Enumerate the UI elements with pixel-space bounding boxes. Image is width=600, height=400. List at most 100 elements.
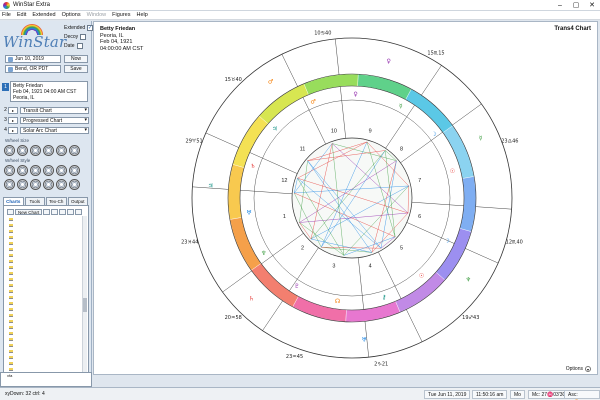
wheel-size-6-icon[interactable] (69, 145, 80, 156)
new-chart-button[interactable]: New Chart (15, 208, 43, 215)
empty-checkbox-icon (80, 34, 87, 40)
sidebar-tabs: Charts Tools Tex-Ch Output (3, 197, 89, 205)
tree-tool-icon[interactable] (59, 208, 67, 215)
menu-help[interactable]: Help (136, 12, 147, 18)
planet-glyph-icon: ♇ (294, 283, 299, 290)
place-field[interactable]: Bend, OR PDT (5, 65, 61, 73)
house-number: 11 (300, 147, 306, 153)
wheel-style-1-icon[interactable] (4, 165, 15, 176)
wheel-style-7-icon[interactable] (4, 179, 15, 190)
planet-glyph-icon: ☿ (399, 103, 403, 110)
decoy-checkbox[interactable]: Decoy (64, 34, 87, 40)
outer-cusp-line (205, 132, 239, 148)
wheel-size-3-icon[interactable] (30, 145, 41, 156)
chart-type-dropdown[interactable]: Progressed Chart (20, 116, 89, 124)
menu-window: Window (86, 12, 107, 18)
planet-glyph-icon: ♅ (246, 209, 251, 216)
astrology-wheel[interactable]: 123 456789101112 10♋4015♉4029♈5123♓4420♒5… (94, 22, 597, 374)
menu-file[interactable]: File (2, 12, 11, 18)
chart-canvas[interactable]: Betty Friedan Peoria, IL Feb 04, 1921 04… (93, 21, 598, 375)
date-checkbox[interactable]: Date (64, 43, 83, 49)
list-item[interactable]: xfa (1, 373, 91, 378)
chart-selector-icon[interactable]: ▸ (8, 126, 18, 134)
menu-options[interactable]: Options (62, 12, 81, 18)
wheel-style-11-icon[interactable] (56, 179, 67, 190)
outer-cusp-line (335, 38, 340, 75)
now-button[interactable]: Now (64, 55, 88, 63)
extended-checkbox[interactable]: Extended ✓ (64, 25, 94, 31)
app-logo-icon (3, 1, 10, 9)
folder-tree-items[interactable] (9, 218, 13, 384)
place-field-value: Bend, OR PDT (15, 65, 49, 72)
tree-tool-icon[interactable] (67, 208, 75, 215)
date-field-value: Jun 10, 2019 (15, 55, 44, 62)
close-button[interactable]: ✕ (584, 0, 600, 11)
wheel-size-4-icon[interactable] (43, 145, 54, 156)
tree-tool-icon[interactable] (51, 208, 59, 215)
planet-glyph-icon: ☊ (335, 298, 340, 305)
save-button[interactable]: Save (64, 65, 88, 73)
house-number: 1 (283, 214, 286, 220)
date-field[interactable]: Jun 10, 2019 (5, 55, 61, 63)
tab-charts[interactable]: Charts (3, 197, 24, 205)
menu-extended[interactable]: Extended (32, 12, 55, 18)
extended-label: Extended (64, 25, 86, 31)
wheel-style-4-icon[interactable] (43, 165, 54, 176)
chart-row-progressed[interactable]: 3 ▸ Progressed Chart (3, 116, 89, 124)
tree-scrollbar[interactable] (82, 216, 87, 386)
outer-cusp-line (475, 206, 512, 210)
status-time: 11:50:16 am (472, 390, 508, 399)
house-number: 9 (369, 128, 372, 134)
wheel-style-5-icon[interactable] (56, 165, 67, 176)
planet-glyph-icon: ♂ (268, 79, 273, 86)
house-number: 6 (418, 214, 421, 220)
planet-glyph-icon: ♀ (353, 91, 357, 98)
cusp-label: 23♒45 (286, 354, 303, 360)
menu-bar: File Edit Extended Options Window Figure… (0, 11, 600, 20)
wheel-style-10-icon[interactable] (43, 179, 54, 190)
outer-cusp-line (281, 54, 298, 87)
options-label: Options (565, 366, 583, 372)
wheel-style-3-icon[interactable] (30, 165, 41, 176)
tab-tex-ch[interactable]: Tex-Ch (46, 197, 67, 205)
chart-selector-icon[interactable]: ▸ (8, 116, 18, 124)
planet-glyph-icon: ♃ (272, 125, 277, 132)
wheel-style-12-icon[interactable] (69, 179, 80, 190)
scrollbar-thumb[interactable] (83, 298, 87, 312)
maximize-button[interactable]: ▢ (568, 0, 584, 11)
chart-row-solar-arc[interactable]: 4 ▸ Solar Arc Chart (3, 126, 89, 134)
planet-glyph-icon: ♄ (250, 163, 255, 170)
wheel-size-1-icon[interactable] (4, 145, 15, 156)
wheel-style-8-icon[interactable] (17, 179, 28, 190)
tab-tools[interactable]: Tools (24, 197, 45, 205)
wheel-style-9-icon[interactable] (30, 179, 41, 190)
wheel-style-6-icon[interactable] (69, 165, 80, 176)
wheel-style-label: W/heel Style (5, 158, 31, 163)
wheel-style-2-icon[interactable] (17, 165, 28, 176)
decoy-label: Decoy (64, 34, 79, 40)
tab-output[interactable]: Output (67, 197, 88, 205)
wheel-size-2-icon[interactable] (17, 145, 28, 156)
calendar-icon (8, 56, 13, 62)
options-button[interactable]: Options ▾ (566, 366, 591, 372)
window-controls: – ▢ ✕ (552, 0, 600, 11)
wheel-size-options (4, 145, 80, 156)
minimize-button[interactable]: – (552, 0, 568, 11)
chart-type-dropdown[interactable]: Solar Arc Chart (20, 126, 89, 134)
outer-cusp-line (465, 248, 499, 264)
tree-tool-icon[interactable] (43, 208, 51, 215)
subject-number-badge[interactable]: 1 (2, 83, 9, 91)
planet-glyph-icon: ⚷ (382, 294, 386, 301)
menu-figures[interactable]: Figures (112, 12, 130, 18)
tree-tool-icon[interactable] (75, 208, 83, 215)
wheel-size-5-icon[interactable] (56, 145, 67, 156)
chart-row-transit[interactable]: 2 ▸ Transit Chart (3, 106, 89, 114)
subject-info[interactable]: Betty Friedan Feb 04, 1921 04:00 AM CST … (10, 81, 88, 102)
tree-toolbar: New Chart (7, 208, 83, 215)
chart-selector-icon[interactable]: ▸ (8, 106, 18, 114)
house-number: 2 (301, 245, 304, 251)
outer-cusp-line (452, 103, 482, 126)
menu-edit[interactable]: Edit (17, 12, 26, 18)
tree-tool-icon[interactable] (7, 208, 14, 215)
chart-type-dropdown[interactable]: Transit Chart (20, 106, 89, 114)
